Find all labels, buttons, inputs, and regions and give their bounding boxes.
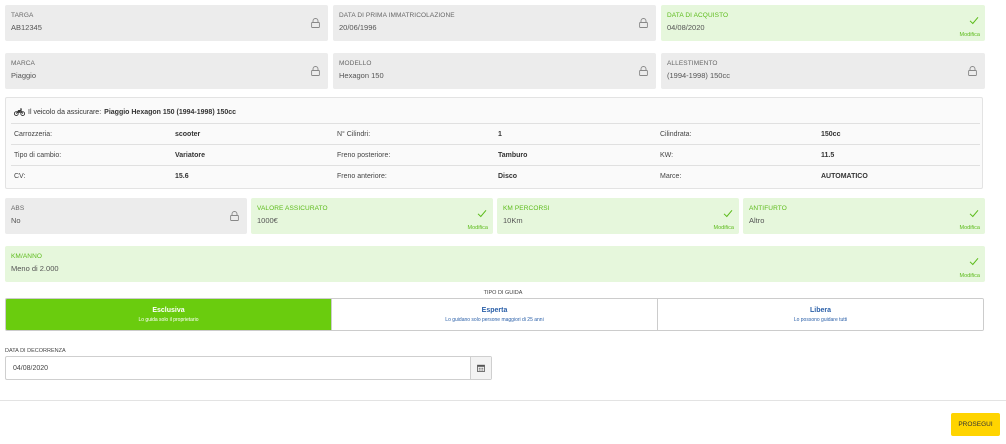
km-anno-label: KM/ANNO bbox=[11, 253, 43, 260]
marca-label: MARCA bbox=[11, 60, 35, 67]
km-anno-value: Meno di 2.000 bbox=[11, 264, 59, 273]
antifurto-field[interactable]: ANTIFURTO Altro Modifica bbox=[743, 198, 985, 234]
immatricolazione-field: DATA DI PRIMA IMMATRICOLAZIONE 20/06/199… bbox=[333, 5, 656, 41]
km-percorsi-label: KM PERCORSI bbox=[503, 205, 550, 212]
spec-label: KW: bbox=[660, 152, 674, 159]
modello-value: Hexagon 150 bbox=[339, 71, 384, 80]
spec-label: CV: bbox=[14, 173, 26, 180]
check-icon bbox=[477, 209, 487, 218]
check-icon bbox=[969, 16, 979, 25]
spec-row: Tipo di cambio: Variatore Freno posterio… bbox=[11, 144, 980, 164]
km-percorsi-value: 10Km bbox=[503, 216, 523, 225]
abs-value: No bbox=[11, 216, 21, 225]
check-icon bbox=[723, 209, 733, 218]
modifica-link[interactable]: Modifica bbox=[960, 273, 980, 279]
acquisto-label: DATA DI ACQUISTO bbox=[667, 12, 729, 19]
targa-field: TARGA AB12345 bbox=[5, 5, 328, 41]
spec-label: Tipo di cambio: bbox=[14, 152, 62, 159]
spec-value: Variatore bbox=[175, 152, 205, 159]
spec-label: Freno posteriore: bbox=[337, 152, 391, 159]
calendar-button[interactable] bbox=[470, 357, 491, 379]
vehicle-summary-card: Il veicolo da assicurare: Piaggio Hexago… bbox=[5, 97, 983, 189]
spec-value: 1 bbox=[498, 131, 502, 138]
guida-option-libera[interactable]: Libera Lo possono guidare tutti bbox=[657, 299, 983, 330]
spec-row: Carrozzeria: scooter N° Cilindri: 1 Cili… bbox=[11, 123, 980, 143]
vehicle-summary-title: Il veicolo da assicurare: Piaggio Hexago… bbox=[14, 108, 236, 116]
lock-icon bbox=[639, 18, 648, 28]
spec-value: Tamburo bbox=[498, 152, 528, 159]
immatricolazione-value: 20/06/1996 bbox=[339, 23, 377, 32]
marca-field: MARCA Piaggio bbox=[5, 53, 328, 89]
modello-field: MODELLO Hexagon 150 bbox=[333, 53, 656, 89]
marca-value: Piaggio bbox=[11, 71, 37, 80]
spec-label: Carrozzeria: bbox=[14, 131, 53, 138]
guida-option-title: Libera bbox=[809, 307, 831, 314]
km-percorsi-field[interactable]: KM PERCORSI 10Km Modifica bbox=[497, 198, 739, 234]
spec-value: AUTOMATICO bbox=[821, 173, 868, 180]
spec-value: scooter bbox=[175, 131, 201, 138]
guida-option-esclusiva[interactable]: Esclusiva Lo guida solo il proprietario bbox=[6, 299, 331, 330]
vehicle-summary-name: Piaggio Hexagon 150 (1994-1998) 150cc bbox=[104, 108, 237, 116]
spec-label: N° Cilindri: bbox=[337, 131, 371, 138]
spec-value: 150cc bbox=[821, 131, 841, 138]
abs-label: ABS bbox=[11, 205, 25, 212]
guida-option-title: Esperta bbox=[481, 307, 508, 314]
antifurto-label: ANTIFURTO bbox=[749, 205, 787, 212]
spec-row: CV: 15.6 Freno anteriore: Disco Marce: A… bbox=[11, 165, 980, 185]
valore-assicurato-field[interactable]: VALORE ASSICURATO 1000€ Modifica bbox=[251, 198, 493, 234]
immatricolazione-label: DATA DI PRIMA IMMATRICOLAZIONE bbox=[339, 12, 455, 19]
lock-icon bbox=[639, 66, 648, 76]
guida-option-desc: Lo guida solo il proprietario bbox=[138, 317, 199, 323]
modifica-link[interactable]: Modifica bbox=[960, 225, 980, 231]
acquisto-value: 04/08/2020 bbox=[667, 23, 705, 32]
antifurto-value: Altro bbox=[749, 216, 765, 225]
lock-icon bbox=[230, 211, 239, 221]
decorrenza-label: DATA DI DECORRENZA bbox=[5, 348, 66, 354]
targa-label: TARGA bbox=[11, 12, 34, 19]
guida-option-esperta[interactable]: Esperta Lo guidano solo persone maggiori… bbox=[331, 299, 657, 330]
modello-label: MODELLO bbox=[339, 60, 372, 67]
check-icon bbox=[969, 209, 979, 218]
spec-value: 15.6 bbox=[175, 173, 189, 180]
tipo-guida-selector: Esclusiva Lo guida solo il proprietario … bbox=[5, 298, 984, 331]
spec-value: 11.5 bbox=[821, 152, 835, 159]
footer-divider bbox=[0, 400, 1006, 401]
lock-icon bbox=[311, 18, 320, 28]
modifica-link[interactable]: Modifica bbox=[714, 225, 734, 231]
spec-label: Freno anteriore: bbox=[337, 173, 387, 180]
guida-option-desc: Lo guidano solo persone maggiori di 25 a… bbox=[445, 317, 544, 323]
spec-label: Marce: bbox=[660, 173, 682, 180]
lock-icon bbox=[311, 66, 320, 76]
guida-option-title: Esclusiva bbox=[152, 307, 185, 314]
motorcycle-icon bbox=[14, 108, 25, 116]
decorrenza-input[interactable] bbox=[6, 357, 470, 379]
abs-field: ABS No bbox=[5, 198, 247, 234]
modifica-link[interactable]: Modifica bbox=[960, 32, 980, 38]
guida-option-desc: Lo possono guidare tutti bbox=[793, 317, 848, 323]
valore-assicurato-value: 1000€ bbox=[257, 216, 278, 225]
valore-assicurato-label: VALORE ASSICURATO bbox=[257, 205, 328, 212]
spec-label: Cilindrata: bbox=[660, 131, 692, 138]
vehicle-summary-prefix: Il veicolo da assicurare: bbox=[28, 108, 102, 116]
calendar-icon bbox=[477, 364, 485, 372]
tipo-guida-label: TIPO DI GUIDA bbox=[483, 290, 523, 296]
allestimento-value: (1994-1998) 150cc bbox=[667, 71, 730, 80]
allestimento-label: ALLESTIMENTO bbox=[667, 60, 718, 67]
acquisto-field[interactable]: DATA DI ACQUISTO 04/08/2020 Modifica bbox=[661, 5, 985, 41]
km-anno-field[interactable]: KM/ANNO Meno di 2.000 Modifica bbox=[5, 246, 985, 282]
prosegui-button[interactable]: PROSEGUI bbox=[951, 413, 1000, 436]
modifica-link[interactable]: Modifica bbox=[468, 225, 488, 231]
check-icon bbox=[969, 257, 979, 266]
allestimento-field: ALLESTIMENTO (1994-1998) 150cc bbox=[661, 53, 985, 89]
decorrenza-date-picker bbox=[5, 356, 492, 380]
targa-value: AB12345 bbox=[11, 23, 42, 32]
lock-icon bbox=[968, 66, 977, 76]
spec-value: Disco bbox=[498, 173, 518, 180]
